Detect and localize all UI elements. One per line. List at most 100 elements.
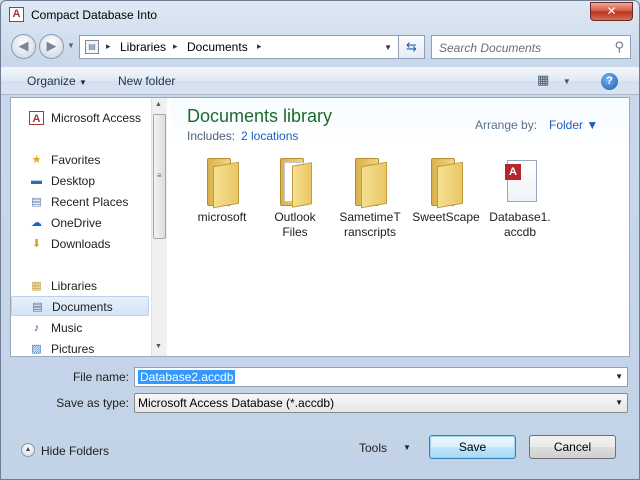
scroll-down-icon[interactable]: ▼ bbox=[155, 343, 162, 350]
nav-item-label: Recent Places bbox=[51, 195, 129, 209]
nav-item-label: Documents bbox=[52, 300, 113, 314]
recent-places-icon: ▤ bbox=[31, 196, 42, 208]
save-as-type-select[interactable]: Microsoft Access Database (*.accdb) ▼ bbox=[134, 393, 628, 413]
nav-item-libraries[interactable]: ▦ Libraries bbox=[11, 276, 149, 296]
file-item-sweetscape[interactable]: SweetScape bbox=[411, 158, 481, 248]
file-item-database1[interactable]: A Database1. accdb bbox=[485, 158, 555, 248]
folder-icon bbox=[429, 158, 463, 209]
chevron-down-icon: ▼ bbox=[562, 77, 571, 86]
nav-item-downloads[interactable]: ⬇ Downloads bbox=[11, 234, 149, 254]
crumb-separator-icon[interactable]: ▸ bbox=[106, 41, 111, 52]
file-item-microsoft[interactable]: microsoft bbox=[187, 158, 257, 248]
scroll-up-icon[interactable]: ▲ bbox=[155, 101, 162, 108]
save-as-type-label: Save as type: bbox=[56, 396, 129, 410]
downloads-icon: ⬇ bbox=[31, 238, 42, 250]
organize-label: Organize bbox=[27, 74, 76, 88]
search-icon[interactable]: ⚲ bbox=[614, 39, 624, 55]
nav-item-pictures[interactable]: ▨ Pictures bbox=[11, 339, 149, 356]
close-button[interactable]: ✕ bbox=[590, 2, 633, 21]
back-button[interactable]: ◀ bbox=[11, 34, 36, 59]
documents-icon: ▤ bbox=[32, 301, 43, 313]
scrollbar-thumb[interactable]: ≡ bbox=[153, 114, 166, 239]
nav-item-label: Desktop bbox=[51, 174, 96, 188]
chevron-down-icon[interactable]: ▼ bbox=[615, 372, 623, 381]
nav-item-documents[interactable]: ▤ Documents bbox=[11, 296, 149, 316]
window-title: Compact Database Into bbox=[31, 8, 158, 22]
dialog-footer: ▲ Hide Folders Tools ▼ Save Cancel bbox=[1, 429, 639, 469]
breadcrumb-documents[interactable]: Documents bbox=[187, 40, 248, 54]
nav-pane-scrollbar[interactable]: ▲ ≡ ▼ bbox=[151, 98, 167, 356]
libraries-icon: ▦ bbox=[31, 280, 42, 292]
grip-icon: ≡ bbox=[157, 171, 162, 180]
access-icon: A bbox=[29, 111, 44, 125]
folder-icon bbox=[278, 158, 312, 208]
navigation-pane: A Microsoft Access ★ Favorites ▬ Desktop… bbox=[11, 98, 151, 356]
file-name: Outlook Files bbox=[274, 210, 316, 239]
folder-icon bbox=[205, 158, 239, 209]
nav-item-recent-places[interactable]: ▤ Recent Places bbox=[11, 192, 149, 212]
cloud-icon: ☁ bbox=[31, 217, 42, 229]
recent-pages-dropdown-icon[interactable]: ▼ bbox=[67, 41, 75, 50]
folder-icon bbox=[353, 158, 387, 209]
new-folder-button[interactable]: New folder bbox=[118, 74, 175, 88]
chevron-down-icon: ▼ bbox=[79, 78, 87, 87]
nav-item-onedrive[interactable]: ☁ OneDrive bbox=[11, 213, 149, 233]
search-placeholder: Search Documents bbox=[439, 41, 542, 55]
save-button[interactable]: Save bbox=[429, 435, 516, 459]
save-as-type-value: Microsoft Access Database (*.accdb) bbox=[138, 396, 335, 410]
chevron-down-icon[interactable]: ▼ bbox=[615, 398, 623, 407]
help-button[interactable]: ? bbox=[601, 73, 618, 90]
cancel-button[interactable]: Cancel bbox=[529, 435, 616, 459]
access-app-icon: A bbox=[9, 7, 24, 22]
star-icon: ★ bbox=[31, 154, 42, 166]
command-toolbar: Organize ▼ New folder ▦ ▼ ? bbox=[1, 67, 639, 95]
search-input[interactable]: Search Documents ⚲ bbox=[431, 35, 631, 59]
file-item-sametime-transcripts[interactable]: SametimeT ranscripts bbox=[335, 158, 405, 248]
hide-folders-button[interactable]: Hide Folders bbox=[41, 444, 109, 458]
file-name-input[interactable]: Database2.accdb ▼ bbox=[134, 367, 628, 387]
breadcrumb-libraries[interactable]: Libraries bbox=[120, 40, 166, 54]
nav-item-desktop[interactable]: ▬ Desktop bbox=[11, 171, 149, 191]
file-name-label: File name: bbox=[72, 370, 129, 384]
file-name: SweetScape bbox=[412, 210, 480, 224]
nav-item-label: Pictures bbox=[51, 342, 95, 356]
file-name: Database1. accdb bbox=[489, 210, 551, 239]
address-dropdown-icon[interactable]: ▼ bbox=[384, 43, 392, 52]
arrange-by-dropdown[interactable]: Folder ▼ bbox=[549, 118, 598, 132]
crumb-separator-icon[interactable]: ▸ bbox=[257, 41, 262, 52]
navigation-bar: ◀ ▶ ▼ ▤ ▸ Libraries ▸ Documents ▸ ▼ ⇆ Se… bbox=[1, 31, 639, 63]
nav-item-music[interactable]: ♪ Music bbox=[11, 318, 149, 338]
view-grid-icon: ▦ bbox=[537, 72, 550, 87]
crumb-separator-icon[interactable]: ▸ bbox=[173, 41, 178, 52]
forward-button[interactable]: ▶ bbox=[39, 34, 64, 59]
accdb-file-icon: A bbox=[503, 158, 537, 206]
nav-item-microsoft-access[interactable]: A Microsoft Access bbox=[11, 108, 149, 128]
includes-label: Includes: bbox=[187, 129, 236, 143]
address-bar[interactable]: ▤ ▸ Libraries ▸ Documents ▸ ▼ bbox=[79, 35, 399, 59]
library-location-icon: ▤ bbox=[85, 40, 99, 54]
tools-menu[interactable]: Tools bbox=[359, 441, 387, 455]
organize-menu[interactable]: Organize ▼ bbox=[27, 74, 87, 88]
dialog-window: A Compact Database Into ✕ ◀ ▶ ▼ ▤ ▸ Libr… bbox=[0, 0, 640, 480]
file-list-pane: Documents library Includes: 2 locations … bbox=[171, 98, 629, 356]
refresh-button[interactable]: ⇆ bbox=[399, 35, 425, 59]
file-name: microsoft bbox=[197, 210, 247, 224]
nav-item-label: Music bbox=[51, 321, 83, 335]
collapse-up-icon[interactable]: ▲ bbox=[21, 443, 35, 457]
desktop-icon: ▬ bbox=[31, 175, 42, 187]
pictures-icon: ▨ bbox=[31, 343, 42, 355]
file-item-outlook-files[interactable]: Outlook Files bbox=[260, 158, 330, 248]
chevron-down-icon[interactable]: ▼ bbox=[403, 443, 411, 452]
nav-item-label: Downloads bbox=[51, 237, 111, 251]
nav-item-favorites[interactable]: ★ Favorites bbox=[11, 150, 149, 170]
change-view-button[interactable]: ▦ ▼ bbox=[537, 72, 577, 92]
nav-item-label: Libraries bbox=[51, 279, 98, 293]
nav-item-label: OneDrive bbox=[51, 216, 102, 230]
nav-item-label: Microsoft Access bbox=[51, 111, 142, 125]
browser-content: A Microsoft Access ★ Favorites ▬ Desktop… bbox=[10, 97, 630, 357]
includes-locations-link[interactable]: 2 locations bbox=[241, 129, 298, 143]
save-fields: File name: Database2.accdb ▼ Save as typ… bbox=[1, 363, 639, 415]
file-name-value: Database2.accdb bbox=[138, 370, 236, 384]
library-title: Documents library bbox=[187, 106, 333, 126]
title-bar: A Compact Database Into ✕ bbox=[1, 1, 639, 29]
